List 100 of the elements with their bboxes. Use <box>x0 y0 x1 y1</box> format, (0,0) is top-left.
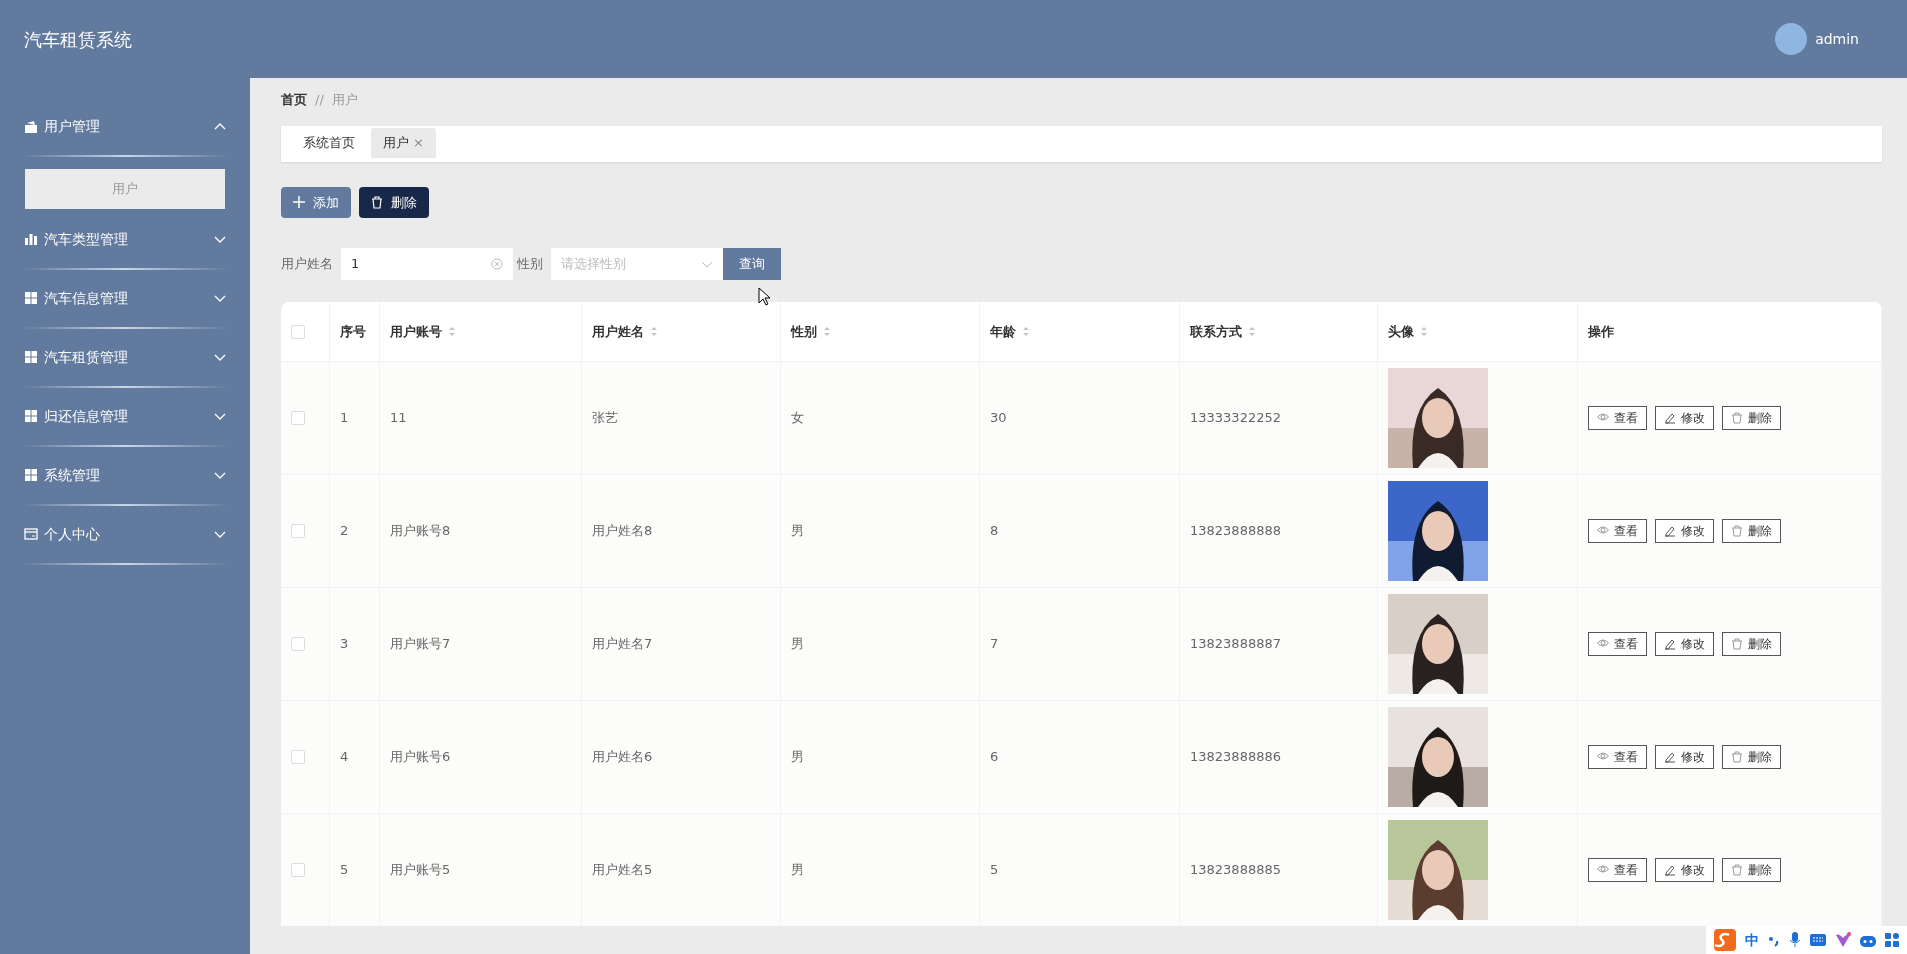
menu-item[interactable]: 用户管理 <box>0 98 250 149</box>
menu-item[interactable]: 个人中心 <box>0 505 250 557</box>
action-button[interactable]: 修改 <box>1655 519 1714 543</box>
column-header[interactable]: 用户账号 <box>390 321 442 342</box>
sort-icon[interactable] <box>823 326 831 337</box>
table-cell-text: 30 <box>990 409 1007 428</box>
table-cell-text: 男 <box>791 522 804 541</box>
table-cell-text: 用户账号6 <box>390 748 451 767</box>
trash-icon <box>1731 638 1743 650</box>
action-button[interactable]: 修改 <box>1655 632 1714 656</box>
menu-item[interactable]: 汽车信息管理 <box>0 269 250 321</box>
menu-item[interactable]: 汽车类型管理 <box>0 210 250 262</box>
column-header[interactable]: 序号 <box>340 321 366 342</box>
sort-icon[interactable] <box>1420 326 1428 337</box>
trash-icon <box>1731 751 1743 763</box>
checkbox[interactable] <box>291 524 305 538</box>
table-cell-text: 4 <box>340 748 349 767</box>
delete-button[interactable]: 删除 <box>359 186 429 218</box>
microphone-icon[interactable] <box>1789 932 1801 948</box>
user-name[interactable]: admin <box>1815 28 1859 50</box>
grid-icon <box>24 350 38 364</box>
eye-icon <box>1597 412 1609 424</box>
action-button[interactable]: 删除 <box>1722 406 1781 430</box>
column-header[interactable]: 用户姓名 <box>592 321 644 342</box>
action-button[interactable]: 删除 <box>1722 745 1781 769</box>
wallet-icon <box>24 119 38 134</box>
pencil-icon <box>1664 412 1676 424</box>
add-button[interactable]: 添加 <box>281 186 351 218</box>
breadcrumb-separator: // <box>315 91 324 109</box>
action-button[interactable]: 查看 <box>1588 858 1647 882</box>
table-cell-text: 2 <box>340 522 349 541</box>
column-header[interactable]: 年龄 <box>990 321 1016 342</box>
pencil-icon <box>1664 638 1676 650</box>
action-button[interactable]: 修改 <box>1655 745 1714 769</box>
robot-icon[interactable] <box>1860 933 1876 947</box>
sort-icon[interactable] <box>650 326 658 337</box>
table-cell-text: 用户姓名7 <box>592 635 653 654</box>
action-button[interactable]: 查看 <box>1588 632 1647 656</box>
pencil-icon <box>1664 864 1676 876</box>
action-button[interactable]: 查看 <box>1588 406 1647 430</box>
grid-icon <box>24 468 38 482</box>
sort-icon[interactable] <box>1022 326 1030 337</box>
breadcrumb-item[interactable]: 首页 <box>281 90 307 110</box>
action-button[interactable]: 删除 <box>1722 858 1781 882</box>
card-icon <box>24 527 38 541</box>
menu-item[interactable]: 归还信息管理 <box>0 387 250 439</box>
eye-icon <box>1597 864 1609 876</box>
chevron-down-icon <box>701 260 713 268</box>
tab[interactable]: 用户 × <box>371 128 436 158</box>
table-cell-text: 13823888886 <box>1190 748 1281 767</box>
user-avatar[interactable] <box>1775 23 1808 55</box>
column-header[interactable]: 头像 <box>1388 321 1414 342</box>
action-button[interactable]: 查看 <box>1588 745 1647 769</box>
grid-icon <box>24 291 38 305</box>
column-header[interactable]: 性别 <box>791 321 817 342</box>
table-cell-text: 3 <box>340 635 349 654</box>
sort-icon[interactable] <box>1248 326 1256 337</box>
checkbox[interactable] <box>291 411 305 425</box>
action-button[interactable]: 查看 <box>1588 519 1647 543</box>
table-cell-text: 张艺 <box>592 409 618 428</box>
ime-logo-icon[interactable] <box>1714 929 1736 951</box>
menu-item[interactable]: 汽车租赁管理 <box>0 328 250 380</box>
table-cell-text: 13823888887 <box>1190 635 1281 654</box>
table-cell-text: 用户姓名5 <box>592 861 653 880</box>
action-button[interactable]: 修改 <box>1655 406 1714 430</box>
checkbox[interactable] <box>291 637 305 651</box>
action-button[interactable]: 删除 <box>1722 632 1781 656</box>
table-cell-text: 13333322252 <box>1190 409 1281 428</box>
action-button[interactable]: 修改 <box>1655 858 1714 882</box>
column-header[interactable]: 操作 <box>1588 321 1614 342</box>
table-cell-text: 5 <box>990 861 999 880</box>
pencil-icon <box>1664 751 1676 763</box>
trash-icon <box>1731 412 1743 424</box>
tab[interactable]: 系统首页 <box>291 128 367 158</box>
table-cell-text: 5 <box>340 861 349 880</box>
table-cell-text: 用户账号7 <box>390 635 451 654</box>
eye-icon <box>1597 638 1609 650</box>
eye-icon <box>1597 751 1609 763</box>
checkbox[interactable] <box>291 750 305 764</box>
action-button[interactable]: 删除 <box>1722 519 1781 543</box>
search-button[interactable]: 查询 <box>723 248 781 280</box>
table-cell-text: 6 <box>990 748 999 767</box>
apps-icon[interactable] <box>1885 933 1899 947</box>
name-field[interactable]: 1 <box>341 248 513 280</box>
pencil-icon <box>1664 525 1676 537</box>
menu-item[interactable]: 系统管理 <box>0 446 250 498</box>
table-cell-text: 8 <box>990 522 999 541</box>
field-label: 性别 <box>517 255 543 274</box>
sort-icon[interactable] <box>448 326 456 337</box>
ime-mode[interactable]: 中 <box>1745 929 1759 951</box>
table-cell-text: 13823888888 <box>1190 522 1281 541</box>
table-cell-text: 男 <box>791 748 804 767</box>
column-header[interactable]: 联系方式 <box>1190 321 1242 342</box>
clear-icon[interactable] <box>491 258 503 270</box>
table-cell-text: 用户账号8 <box>390 522 451 541</box>
checkbox[interactable] <box>291 324 305 339</box>
checkbox[interactable] <box>291 863 305 877</box>
keyboard-icon[interactable] <box>1810 934 1826 946</box>
table-cell-text: 7 <box>990 635 999 654</box>
eye-icon <box>1597 525 1609 537</box>
